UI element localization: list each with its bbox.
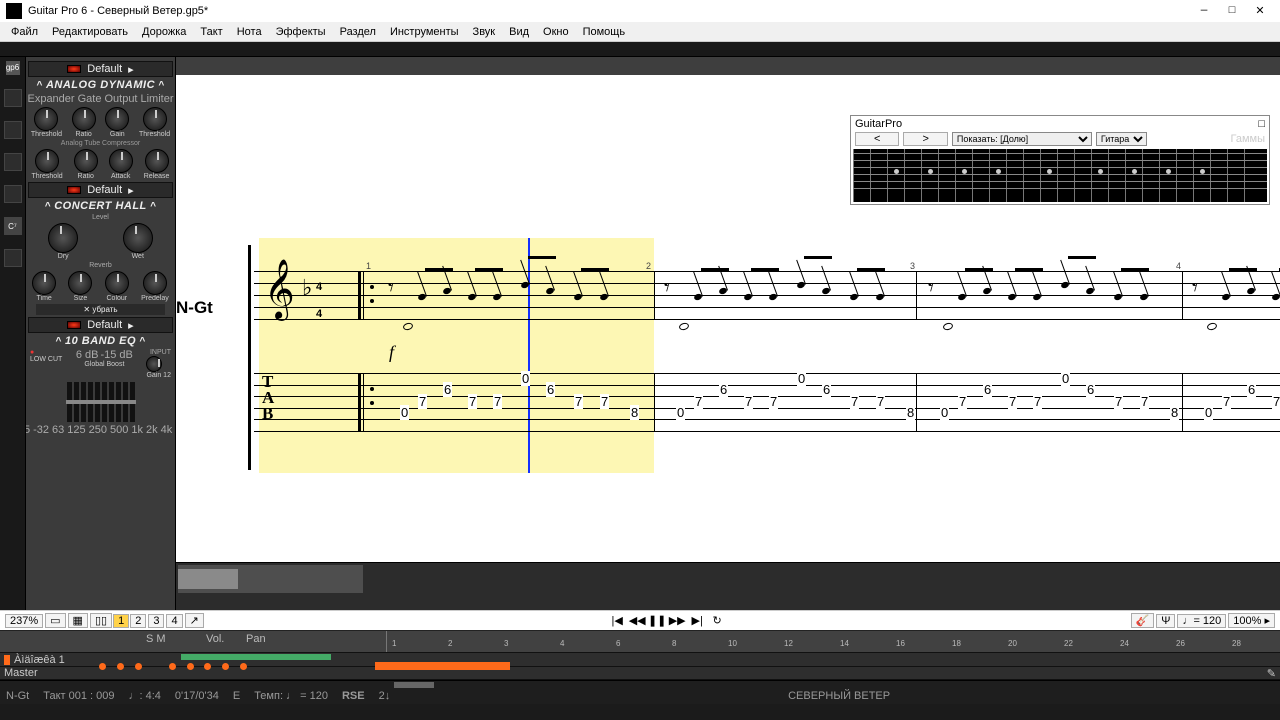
fret-instr-select[interactable]: Гитара: [1096, 132, 1147, 146]
menu-Дорожка[interactable]: Дорожка: [135, 26, 193, 38]
fret-scales-label[interactable]: Гаммы: [1231, 133, 1266, 145]
page-3[interactable]: 3: [148, 614, 164, 628]
menu-Нота[interactable]: Нота: [230, 26, 269, 38]
menu-Окно[interactable]: Окно: [536, 26, 576, 38]
key-signature: ♭: [302, 275, 312, 301]
h-scrollbar[interactable]: [0, 680, 1280, 688]
power-led-icon: [67, 65, 81, 73]
keyboard-tool-icon[interactable]: [4, 153, 22, 171]
window-titlebar: Guitar Pro 6 - Северный Ветер.gp5* — □ ✕: [0, 0, 1280, 22]
track-overview: [176, 562, 1280, 610]
mic-tool-icon[interactable]: [4, 249, 22, 267]
chord-tool-icon[interactable]: C⁷: [4, 217, 22, 235]
page-1[interactable]: 1: [113, 614, 129, 628]
step-fwd-button[interactable]: ▶▶: [669, 614, 685, 628]
maximize-button[interactable]: □: [1218, 5, 1246, 17]
app-icon: [6, 3, 22, 19]
rewind-button[interactable]: |◀: [609, 614, 625, 628]
menu-Файл[interactable]: Файл: [4, 26, 45, 38]
loop-button[interactable]: ↻: [709, 614, 725, 628]
tempo-input[interactable]: ♩= 120: [1177, 614, 1226, 628]
fx-analog-dynamic: ^ ANALOG DYNAMIC ^ Expander GateOutputLi…: [26, 79, 175, 180]
document-tabs: Северный Ветер.gp5* ×: [176, 57, 1280, 75]
app-toolbar: [0, 42, 1280, 57]
view-mode-2[interactable]: ▦: [68, 613, 88, 628]
menu-Раздел[interactable]: Раздел: [333, 26, 383, 38]
fx-preset-1[interactable]: Default▸: [28, 61, 173, 77]
page-4[interactable]: 4: [166, 614, 182, 628]
menu-Помощь[interactable]: Помощь: [576, 26, 633, 38]
edit-pencil-icon[interactable]: ✎: [1267, 667, 1276, 680]
fx-concert-hall: ^ CONCERT HALL ^ Level DryWet Reverb Tim…: [26, 200, 175, 315]
gp6-logo-icon: gp6: [6, 61, 20, 75]
menu-Эффекты[interactable]: Эффекты: [269, 26, 333, 38]
page-next[interactable]: ↗: [185, 613, 204, 628]
pause-button[interactable]: ❚❚: [649, 614, 665, 628]
menu-Инструменты[interactable]: Инструменты: [383, 26, 466, 38]
menu-Вид[interactable]: Вид: [502, 26, 536, 38]
repeat-begin-icon: [358, 271, 364, 319]
system-brace: [248, 245, 251, 470]
view-mode-3[interactable]: ▯▯: [90, 613, 112, 628]
track-label: N-Gt: [176, 298, 213, 318]
score-canvas: Северный Ветер.gp5* × N-Gt 𝄞 ♭ 44 TAB f …: [176, 57, 1280, 610]
fret-prev-button[interactable]: <: [855, 132, 899, 146]
view-mode-1[interactable]: ▭: [45, 613, 65, 628]
close-button[interactable]: ✕: [1246, 4, 1274, 18]
fx-10band-eq: ^ 10 BAND EQ ^ ● LOW CUT 6 dB -15 dB Glo…: [26, 335, 175, 436]
window-title: Guitar Pro 6 - Северный Ветер.gp5*: [28, 5, 208, 17]
track-name: Àìäîæêà 1: [14, 654, 65, 666]
fretboard-display[interactable]: [853, 149, 1267, 202]
tab-staff-label: TAB: [262, 374, 273, 422]
menu-Такт[interactable]: Такт: [193, 26, 229, 38]
track-overview-clip[interactable]: [178, 565, 363, 593]
track-color-icon: [4, 655, 10, 665]
tuning-fork-icon[interactable]: Ψ: [1156, 614, 1175, 628]
fx-preset-3[interactable]: Default▸: [28, 317, 173, 333]
dynamic-forte: f: [389, 342, 394, 363]
eq-sliders[interactable]: [26, 382, 175, 422]
zoom-level[interactable]: 237%: [5, 614, 43, 628]
fx-panel: Default▸ ^ ANALOG DYNAMIC ^ Expander Gat…: [26, 57, 176, 610]
guitar-tool-icon[interactable]: [4, 121, 22, 139]
fretboard-close-icon[interactable]: □: [1258, 118, 1265, 130]
menubar: ФайлРедактироватьДорожкаТактНотаЭффектыР…: [0, 22, 1280, 42]
mixer-header: S M Vol. Pan 123468101214161820222426283…: [0, 630, 1280, 652]
menu-Звук[interactable]: Звук: [466, 26, 503, 38]
master-label: Master: [4, 667, 38, 679]
time-signature: 44: [316, 271, 322, 325]
metronome-icon[interactable]: 🎸: [1131, 613, 1155, 628]
drum-tool-icon[interactable]: [4, 185, 22, 203]
standard-staff: [254, 271, 1280, 343]
fret-next-button[interactable]: >: [903, 132, 947, 146]
treble-clef-icon: 𝄞: [264, 260, 295, 320]
page-2[interactable]: 2: [130, 614, 146, 628]
track-row[interactable]: Àìäîæêà 1: [0, 652, 1280, 666]
vertical-toolbar: gp6 C⁷: [0, 57, 26, 610]
fx-preset-2[interactable]: Default▸: [28, 182, 173, 198]
menu-Редактировать[interactable]: Редактировать: [45, 26, 135, 38]
note-tool-icon[interactable]: [4, 89, 22, 107]
tab-staff: [254, 373, 1280, 431]
minimize-button[interactable]: —: [1190, 5, 1218, 17]
fretboard-panel[interactable]: GuitarPro □ < > Показать: [Долю] Гитара Г…: [850, 115, 1270, 205]
footer-toolbar: 237% ▭ ▦ ▯▯ 1 2 3 4 ↗ |◀ ◀◀ ❚❚ ▶▶ ▶| ↻ 🎸…: [0, 610, 1280, 630]
fret-show-select[interactable]: Показать: [Долю]: [952, 132, 1092, 146]
status-bar: N-Gt Такт 001 : 009 ♩: 4:4 0'17/0'34 E Т…: [0, 688, 1280, 704]
forward-end-button[interactable]: ▶|: [689, 614, 705, 628]
speed-pct[interactable]: 100% ▸: [1228, 613, 1275, 628]
fretboard-title: GuitarPro: [855, 118, 902, 130]
fx-remove-button[interactable]: ✕ убрать: [36, 304, 165, 315]
step-back-button[interactable]: ◀◀: [629, 614, 645, 628]
